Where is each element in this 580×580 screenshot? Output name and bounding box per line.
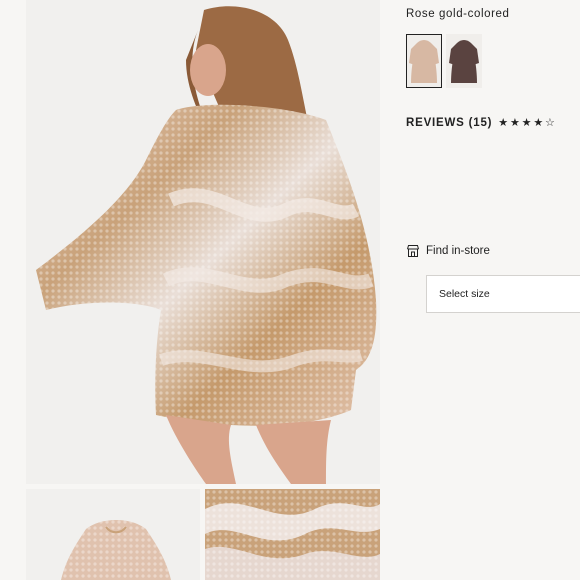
find-in-store-label: Find in-store bbox=[426, 245, 490, 257]
size-select-placeholder: Select size bbox=[439, 288, 490, 300]
reviews-label: REVIEWS bbox=[406, 116, 465, 129]
product-thumbnail-detail[interactable] bbox=[205, 489, 380, 580]
product-thumbnail-flat[interactable] bbox=[26, 489, 200, 580]
selected-color-label: Rose gold-colored bbox=[406, 8, 510, 20]
product-main-image[interactable] bbox=[26, 0, 380, 484]
swatch-rose-gold[interactable] bbox=[406, 34, 442, 88]
find-in-store-link[interactable]: Find in-store bbox=[406, 244, 490, 258]
star-filled-icon: ★ bbox=[521, 117, 533, 129]
color-swatches bbox=[406, 34, 482, 88]
swatch-dark[interactable] bbox=[446, 34, 482, 88]
star-filled-icon: ★ bbox=[498, 117, 509, 129]
star-filled-icon: ★ bbox=[533, 117, 544, 129]
rating-stars: ★ ★ ★ ★ ☆ bbox=[498, 116, 555, 129]
reviews-count: (15) bbox=[468, 116, 493, 129]
star-empty-icon: ☆ bbox=[544, 117, 556, 129]
size-select[interactable]: Select size bbox=[426, 275, 580, 313]
reviews-link[interactable]: REVIEWS (15) ★ ★ ★ ★ ☆ bbox=[406, 116, 556, 130]
star-filled-icon: ★ bbox=[509, 117, 521, 129]
store-icon bbox=[407, 245, 419, 257]
